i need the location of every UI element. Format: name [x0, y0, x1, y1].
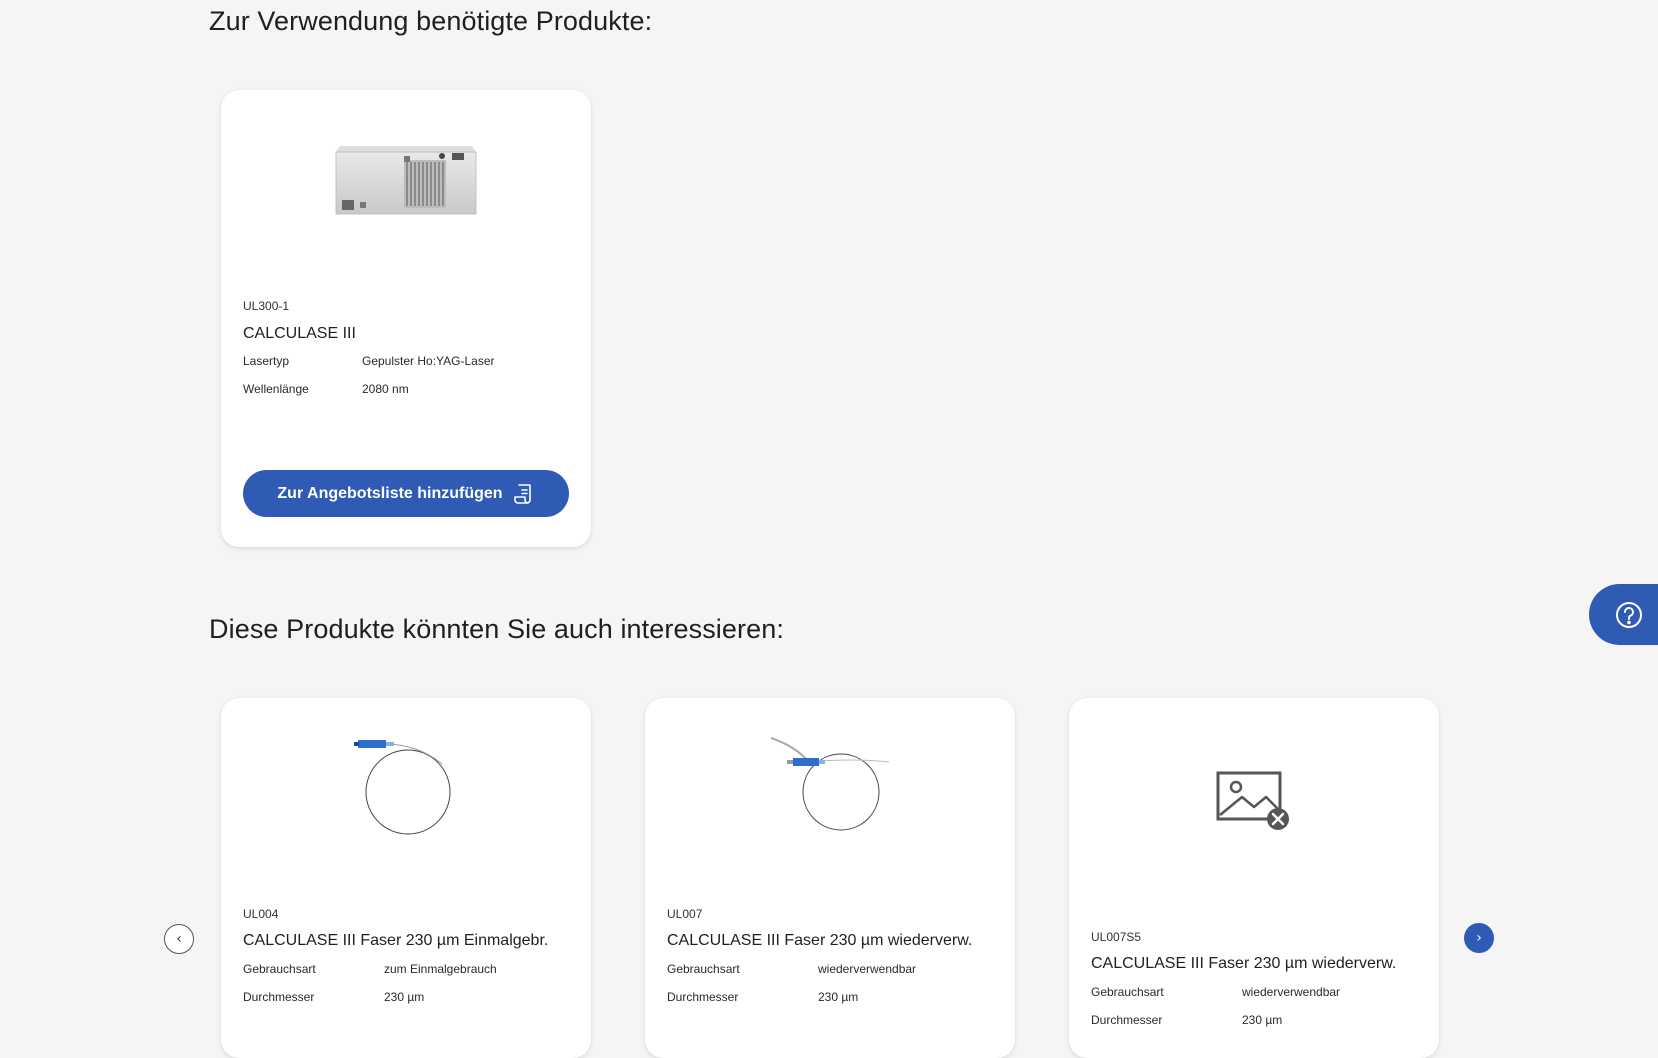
product-sku: UL007	[667, 907, 703, 921]
attribute-value: 230 µm	[818, 990, 859, 1004]
attribute-value: 230 µm	[384, 990, 425, 1004]
attribute-value: wiederverwendbar	[818, 962, 917, 976]
attribute-row: Gebrauchsart wiederverwendbar	[667, 962, 916, 976]
product-card[interactable]: UL300-1 CALCULASE III Lasertyp Gepulster…	[221, 90, 591, 547]
related-products-title: Diese Produkte könnten Sie auch interess…	[209, 614, 784, 644]
attribute-label: Gebrauchsart	[667, 962, 740, 976]
laser-device-image[interactable]	[221, 130, 591, 230]
required-products-title: Zur Verwendung benötigte Produkte:	[209, 6, 653, 36]
fiber-coil-image[interactable]	[645, 726, 1015, 846]
image-missing-icon[interactable]	[1069, 764, 1439, 836]
attribute-label: Durchmesser	[1091, 1013, 1163, 1027]
product-name[interactable]: CALCULASE III Faser 230 µm Einmalgebr.	[243, 932, 548, 950]
product-card[interactable]: UL007S5 CALCULASE III Faser 230 µm wiede…	[1069, 698, 1439, 1058]
chevron-left-icon: ‹	[176, 931, 182, 947]
attribute-value: wiederverwendbar	[1242, 985, 1341, 999]
attribute-value: 230 µm	[1242, 1013, 1283, 1027]
add-to-quote-list-button[interactable]: Zur Angebotsliste hinzufügen	[243, 470, 569, 517]
attribute-row: Durchmesser 230 µm	[243, 990, 424, 1004]
attribute-row: Durchmesser 230 µm	[1091, 1013, 1282, 1027]
attribute-label: Lasertyp	[243, 354, 290, 368]
attribute-label: Wellenlänge	[243, 382, 309, 396]
product-name[interactable]: CALCULASE III Faser 230 µm wiederverw.	[667, 932, 972, 950]
attribute-value: zum Einmalgebrauch	[384, 962, 497, 976]
help-button[interactable]	[1589, 584, 1658, 645]
help-question-icon	[1615, 601, 1643, 629]
product-sku: UL007S5	[1091, 930, 1142, 944]
product-card[interactable]: UL004 CALCULASE III Faser 230 µm Einmalg…	[221, 698, 591, 1058]
product-name[interactable]: CALCULASE III Faser 230 µm wiederverw.	[1091, 955, 1396, 973]
fiber-coil-image[interactable]	[221, 726, 591, 846]
attribute-row: Gebrauchsart zum Einmalgebrauch	[243, 962, 497, 976]
product-sku: UL300-1	[243, 299, 290, 313]
attribute-row: Gebrauchsart wiederverwendbar	[1091, 985, 1340, 999]
add-to-quote-list-label: Zur Angebotsliste hinzufügen	[277, 484, 503, 502]
product-name[interactable]: CALCULASE III	[243, 325, 356, 343]
attribute-value: 2080 nm	[362, 382, 409, 396]
attribute-label: Durchmesser	[243, 990, 315, 1004]
attribute-value: Gepulster Ho:YAG-Laser	[362, 354, 495, 368]
carousel-next-button[interactable]: ›	[1464, 923, 1494, 953]
carousel-prev-button[interactable]: ‹	[164, 924, 194, 954]
attribute-label: Gebrauchsart	[243, 962, 316, 976]
attribute-row: Wellenlänge 2080 nm	[243, 382, 409, 396]
chevron-right-icon: ›	[1476, 930, 1482, 946]
quote-list-icon	[513, 483, 535, 505]
product-sku: UL004	[243, 907, 279, 921]
product-card[interactable]: UL007 CALCULASE III Faser 230 µm wiederv…	[645, 698, 1015, 1058]
attribute-label: Gebrauchsart	[1091, 985, 1164, 999]
attribute-row: Durchmesser 230 µm	[667, 990, 858, 1004]
attribute-row: Lasertyp Gepulster Ho:YAG-Laser	[243, 354, 495, 368]
attribute-label: Durchmesser	[667, 990, 739, 1004]
